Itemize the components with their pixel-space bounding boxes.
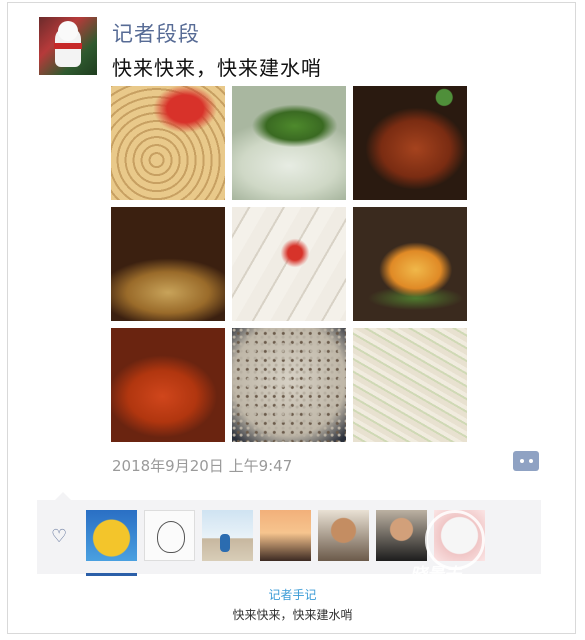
- footer-subtitle: 快来快来，快来建水哨: [232, 608, 353, 622]
- food-photo-4[interactable]: [111, 207, 225, 321]
- post-text: 快来快来，快来建水哨: [112, 56, 322, 80]
- food-photo-2[interactable]: [232, 86, 346, 200]
- like-avatar[interactable]: [318, 510, 369, 561]
- food-photo-1[interactable]: [111, 86, 225, 200]
- author-name[interactable]: 记者段段: [112, 18, 200, 48]
- like-avatar[interactable]: [260, 510, 311, 561]
- like-avatar[interactable]: [434, 510, 485, 561]
- food-photo-9[interactable]: [353, 328, 467, 442]
- scarf-shape: [54, 43, 82, 49]
- photo-grid: [111, 86, 468, 444]
- author-avatar[interactable]: [39, 17, 97, 75]
- footer-title: 记者手记: [268, 588, 317, 602]
- more-options-button[interactable]: [513, 451, 539, 471]
- food-photo-6[interactable]: [353, 207, 467, 321]
- food-photo-8[interactable]: [232, 328, 346, 442]
- like-avatar[interactable]: [376, 510, 427, 561]
- post-timestamp: 2018年9月20日 上午9:47: [112, 457, 293, 475]
- like-avatar-list: [86, 510, 485, 561]
- like-avatar[interactable]: [202, 510, 253, 561]
- food-photo-3[interactable]: [353, 86, 467, 200]
- heart-icon: ♡: [51, 526, 68, 547]
- dot-icon: [528, 459, 533, 463]
- food-photo-7[interactable]: [111, 328, 225, 442]
- likes-panel: ♡: [37, 492, 541, 574]
- like-avatar-partial: [86, 573, 137, 576]
- food-photo-5[interactable]: [232, 207, 346, 321]
- like-avatar[interactable]: [144, 510, 195, 561]
- like-avatar[interactable]: [86, 510, 137, 561]
- dot-icon: [519, 459, 524, 463]
